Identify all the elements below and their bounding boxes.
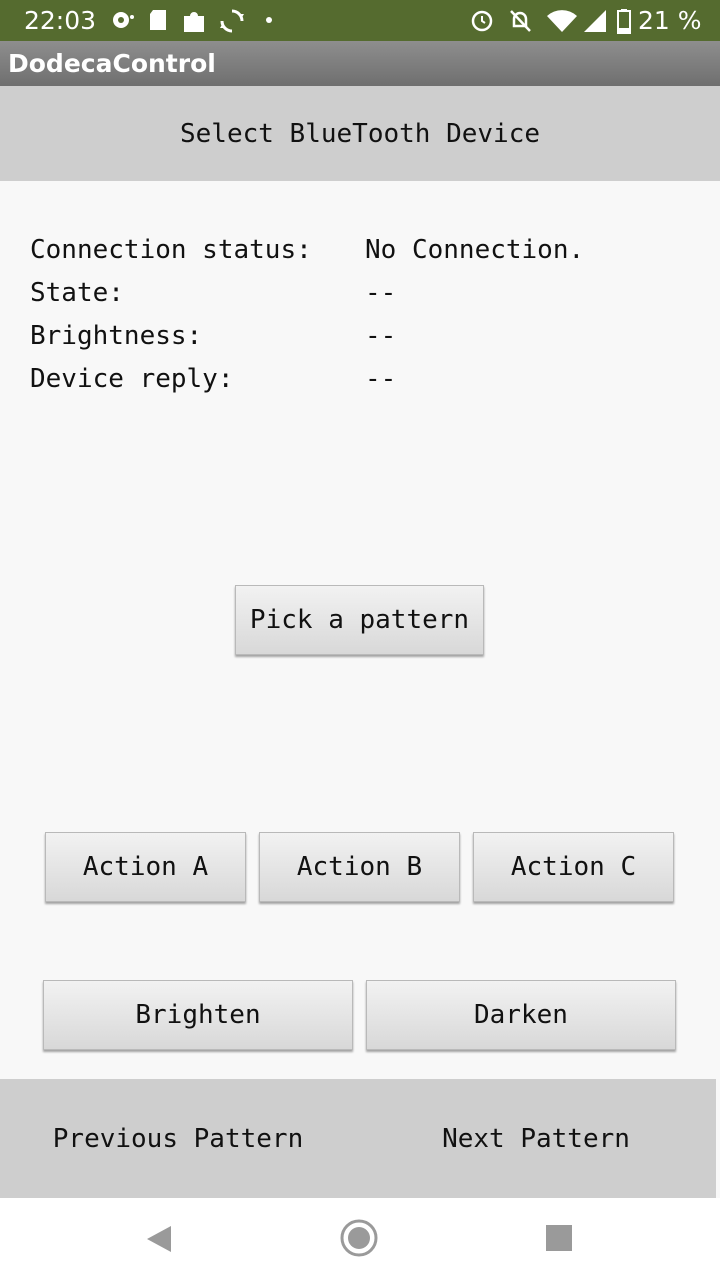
pick-pattern-button[interactable]: Pick a pattern — [235, 585, 484, 655]
state-label: State: — [30, 278, 124, 308]
record-icon — [113, 12, 134, 28]
action-a-button[interactable]: Action A — [45, 832, 246, 902]
pick-pattern-label: Pick a pattern — [249, 605, 470, 635]
status-time: 22:03 — [24, 6, 97, 35]
brightness-label: Brightness: — [30, 321, 203, 351]
signal-icon — [584, 10, 606, 32]
app-title: DodecaControl — [8, 49, 216, 78]
device-reply-value: -- — [365, 364, 397, 394]
darken-button[interactable]: Darken — [366, 980, 676, 1050]
brighten-button[interactable]: Brighten — [43, 980, 353, 1050]
device-reply-label: Device reply: — [30, 364, 234, 394]
brighten-label: Brighten — [135, 1000, 261, 1030]
action-a-label: Action A — [82, 852, 209, 882]
action-b-label: Action B — [296, 852, 423, 882]
state-value: -- — [365, 278, 397, 308]
alarm-icon — [471, 10, 493, 32]
darken-label: Darken — [474, 1000, 568, 1030]
puzzle-icon — [184, 12, 204, 32]
sd-card-icon — [150, 10, 166, 30]
status-bar: 22:03 21 % — [0, 0, 720, 41]
action-b-button[interactable]: Action B — [259, 832, 460, 902]
previous-pattern-button[interactable]: Previous Pattern — [0, 1079, 356, 1198]
battery-percent: 21 % — [638, 6, 702, 35]
connection-status-label: Connection status: — [30, 235, 312, 265]
dot-icon — [266, 17, 272, 23]
home-icon[interactable] — [340, 1219, 378, 1257]
back-icon[interactable] — [145, 1224, 173, 1254]
app-title-bar: DodecaControl — [0, 41, 720, 86]
pattern-navigation-bar: Previous Pattern Next Pattern — [0, 1079, 716, 1198]
next-pattern-label: Next Pattern — [442, 1123, 630, 1154]
battery-icon — [617, 9, 631, 34]
notifications-off-icon — [510, 10, 531, 32]
brightness-value: -- — [365, 321, 397, 351]
system-navigation-bar — [0, 1198, 720, 1280]
action-c-button[interactable]: Action C — [473, 832, 674, 902]
select-bluetooth-device-label: Select BlueTooth Device — [179, 118, 541, 149]
sync-icon — [220, 9, 244, 33]
next-pattern-button[interactable]: Next Pattern — [356, 1079, 716, 1198]
select-bluetooth-device-button[interactable]: Select BlueTooth Device — [0, 86, 720, 181]
previous-pattern-label: Previous Pattern — [52, 1123, 304, 1154]
recents-icon[interactable] — [546, 1225, 572, 1251]
action-c-label: Action C — [510, 852, 637, 882]
wifi-icon — [547, 10, 577, 32]
connection-status-value: No Connection. — [365, 235, 585, 265]
